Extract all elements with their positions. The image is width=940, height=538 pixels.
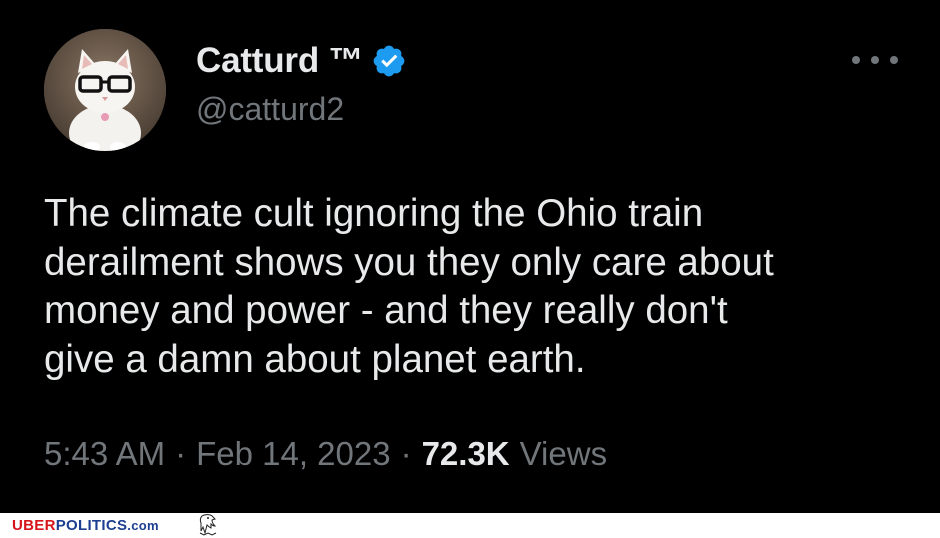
brand-politics: POLITICS xyxy=(55,517,128,534)
tweet-time[interactable]: 5:43 AM xyxy=(44,435,165,473)
more-options-icon[interactable] xyxy=(852,48,898,72)
eagle-icon xyxy=(199,514,217,536)
dot xyxy=(871,56,879,64)
author-name-row: Catturd ™ xyxy=(196,40,407,82)
tweet-card: Catturd ™ @catturd2 The climate cult ign… xyxy=(0,0,940,513)
views-label: Views xyxy=(519,435,608,472)
brand-dotcom: .com xyxy=(127,518,159,533)
author-handle[interactable]: @catturd2 xyxy=(196,91,344,128)
dot xyxy=(852,56,860,64)
views-count[interactable]: 72.3K xyxy=(422,435,510,473)
tweet-text-line: give a damn about planet earth. xyxy=(44,337,586,381)
tweet-text-line: The climate cult ignoring the Ohio train xyxy=(44,192,704,235)
avatar[interactable] xyxy=(44,29,166,151)
tweet-text-line: derailment shows you they only care abou… xyxy=(44,240,774,284)
cat-avatar-image xyxy=(44,29,166,151)
dot xyxy=(890,56,898,64)
tweet-meta: 5:43 AM · Feb 14, 2023 · 72.3K Views xyxy=(44,432,607,476)
meta-separator: · xyxy=(400,435,412,472)
tweet-date[interactable]: Feb 14, 2023 xyxy=(196,435,391,473)
uberpolitics-logo: UBERPOLITICS.com xyxy=(12,517,159,534)
author-display-name[interactable]: Catturd ™ xyxy=(196,41,364,81)
brand-uber: UBER xyxy=(12,517,56,534)
watermark-bar: UBERPOLITICS.com xyxy=(0,513,940,538)
tweet-text-line: money and power - and they really don't xyxy=(44,289,728,332)
tweet-text: The climate cult ignoring the Ohio train… xyxy=(44,190,924,384)
verified-badge-icon xyxy=(373,45,405,77)
meta-separator: · xyxy=(175,435,187,472)
